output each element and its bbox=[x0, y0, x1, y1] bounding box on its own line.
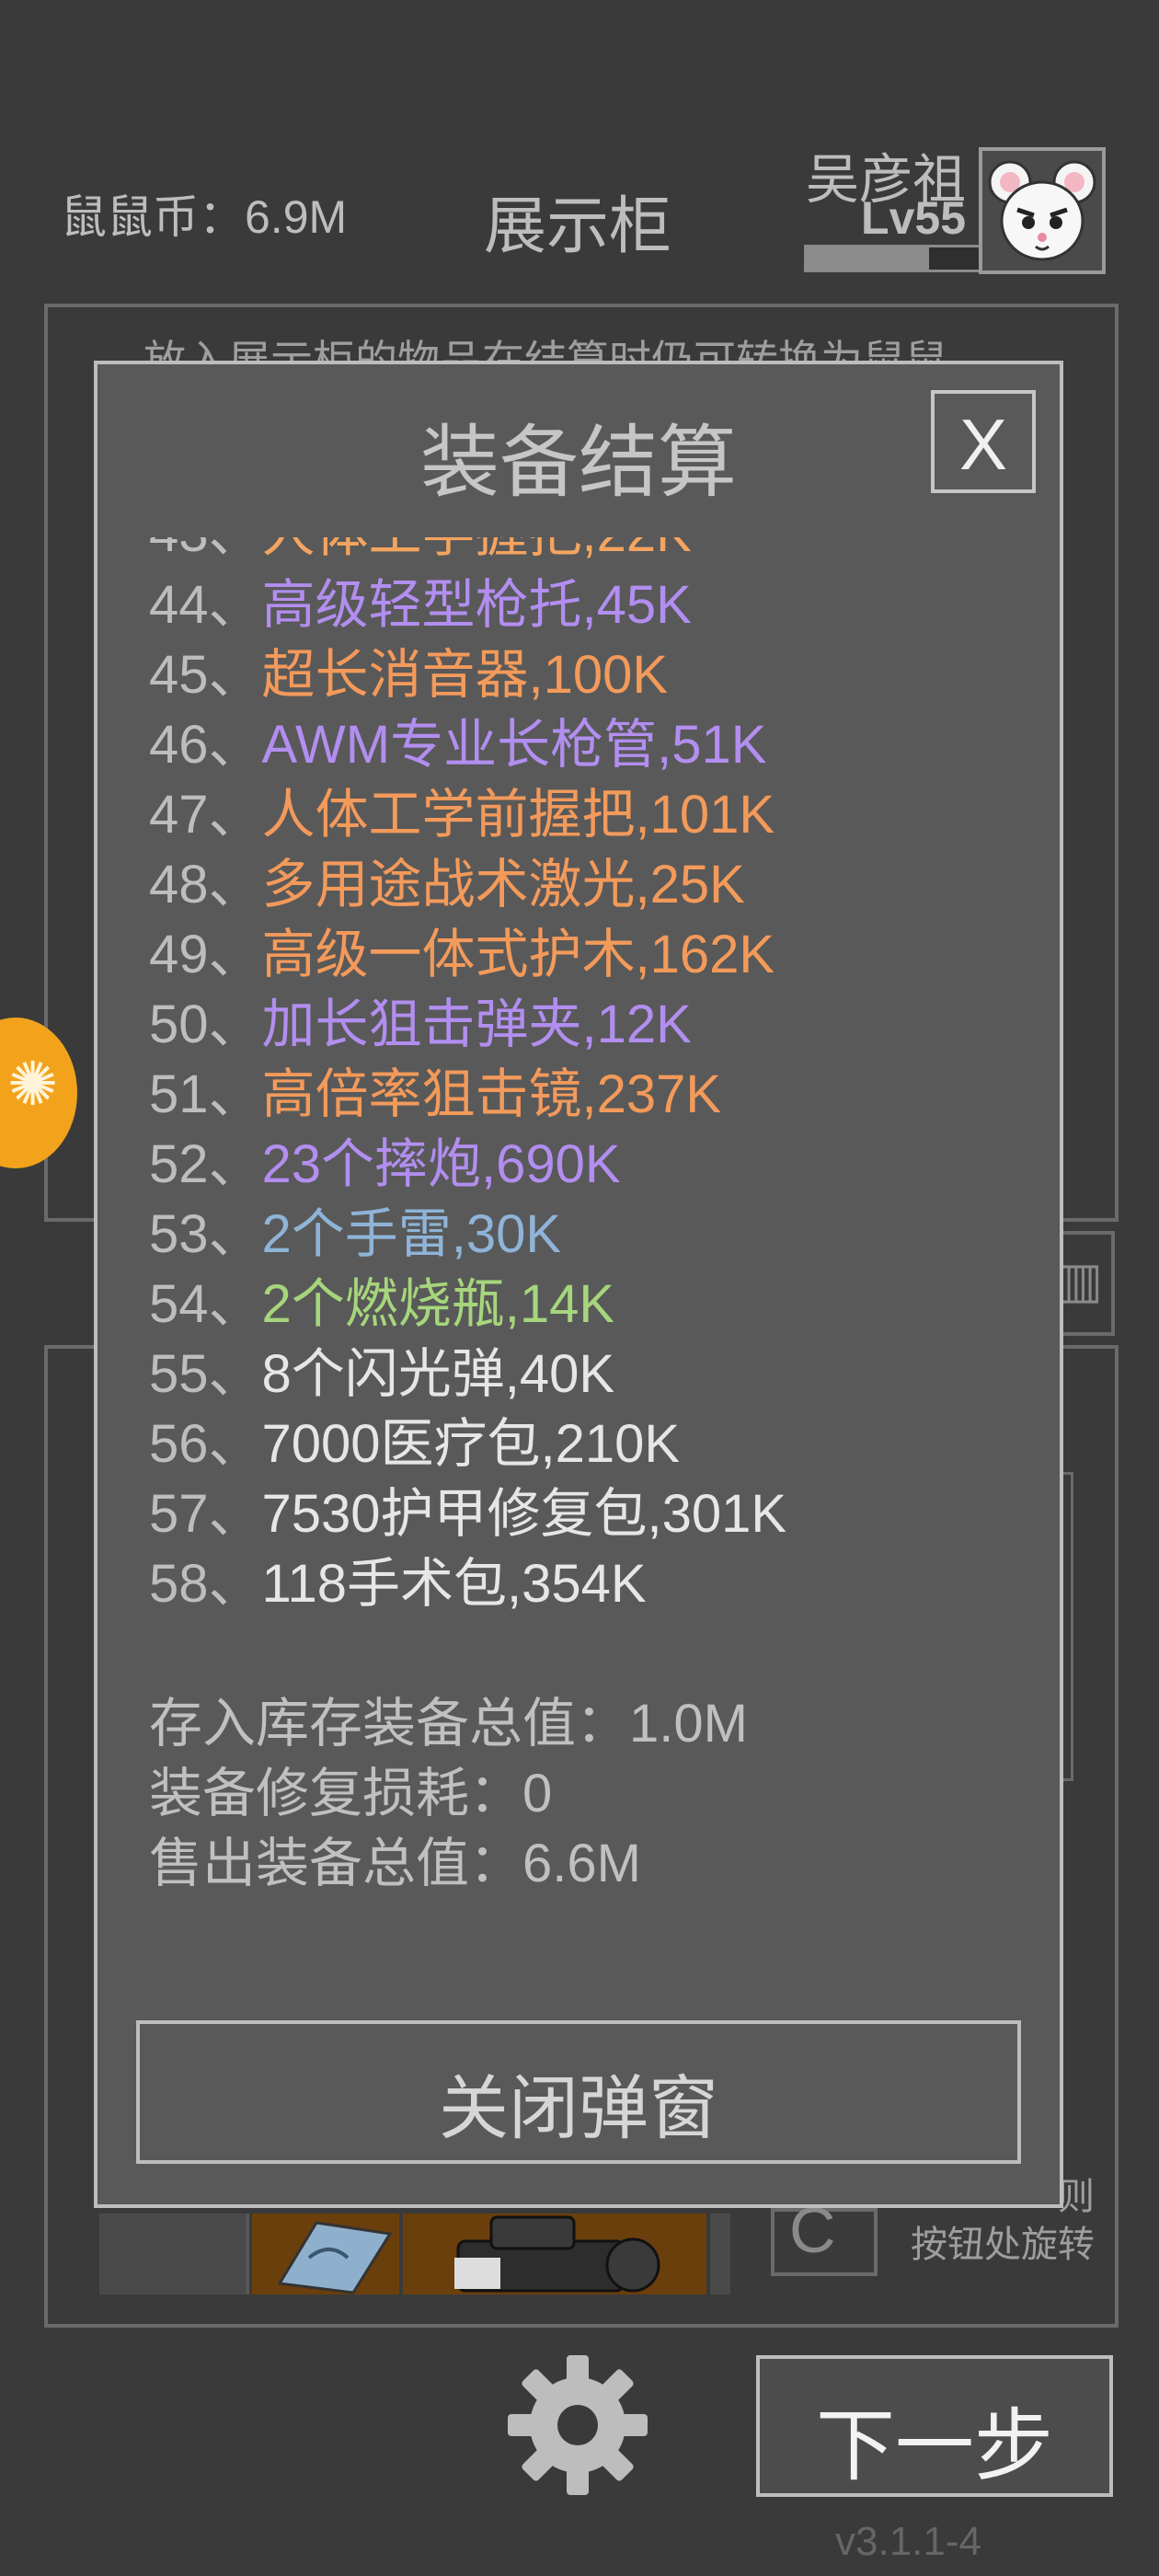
settlement-list-item: 58、118手术包,354K bbox=[149, 1549, 1032, 1619]
xp-progress-bar bbox=[804, 245, 984, 272]
swirl-icon: ✺ bbox=[7, 1050, 59, 1118]
weapon-part-icon bbox=[454, 2215, 660, 2293]
settlement-list-item: 48、多用途战术激光,25K bbox=[149, 850, 1032, 920]
avatar[interactable] bbox=[979, 147, 1106, 274]
item-name-value: 7000医疗包,210K bbox=[261, 1414, 681, 1474]
settlement-list-item: 55、8个闪光弹,40K bbox=[149, 1340, 1032, 1409]
repair-cost-text: 装备修复损耗：0 bbox=[149, 1764, 553, 1823]
gear-icon bbox=[508, 2355, 648, 2495]
item-index: 56、 bbox=[149, 1414, 262, 1474]
mouse-avatar-icon bbox=[988, 160, 1096, 261]
item-name-value: 人体工学前握把,101K bbox=[261, 785, 775, 845]
close-button[interactable]: X bbox=[931, 390, 1036, 493]
item-name-value: 2个燃烧瓶,14K bbox=[261, 1274, 615, 1334]
item-name-value: 118手术包,354K bbox=[261, 1554, 647, 1614]
close-icon: X bbox=[958, 404, 1008, 485]
page-title: 展示柜 bbox=[484, 191, 672, 261]
inventory-slot[interactable] bbox=[710, 2214, 730, 2294]
item-name-value: 高级轻型枪托,45K bbox=[261, 575, 692, 635]
settings-button[interactable] bbox=[504, 2352, 651, 2499]
close-popup-button[interactable]: 关闭弹窗 bbox=[136, 2020, 1021, 2164]
item-index: 45、 bbox=[149, 645, 262, 705]
item-index: 49、 bbox=[149, 925, 262, 984]
inventory-item-strip bbox=[99, 2214, 730, 2294]
xp-progress-fill bbox=[807, 247, 929, 270]
item-index: 47、 bbox=[149, 785, 262, 845]
settlement-list-item: 57、7530护甲修复包,301K bbox=[149, 1479, 1032, 1549]
armor-plate-icon bbox=[277, 2221, 393, 2294]
close-popup-label: 关闭弹窗 bbox=[439, 2070, 718, 2148]
settlement-list-item: 46、AWM专业长枪管,51K bbox=[149, 710, 1032, 780]
next-step-button[interactable]: 下一步 bbox=[756, 2355, 1113, 2497]
item-index: 44、 bbox=[149, 575, 262, 635]
settlement-list-item: 47、人体工学前握把,101K bbox=[149, 780, 1032, 850]
item-index: 51、 bbox=[149, 1064, 262, 1124]
item-index: 55、 bbox=[149, 1344, 262, 1404]
inventory-slot[interactable] bbox=[99, 2214, 249, 2294]
sold-value-text: 售出装备总值：6.6M bbox=[149, 1834, 641, 1893]
item-index: 57、 bbox=[149, 1484, 262, 1544]
settlement-list-item: 45、超长消音器,100K bbox=[149, 640, 1032, 710]
settlement-list-item: 44、高级轻型枪托,45K bbox=[149, 570, 1032, 640]
item-name-value: 加长狙击弹夹,12K bbox=[261, 995, 692, 1054]
currency-display: 鼠鼠币：6.9M bbox=[61, 191, 348, 243]
item-index: 50、 bbox=[149, 995, 262, 1054]
settlement-item-list: 44、高级轻型枪托,45K 45、超长消音器,100K 46、AWM专业长枪管,51… bbox=[149, 570, 1032, 1619]
item-index: 53、 bbox=[149, 1204, 262, 1264]
stored-value-text: 存入库存装备总值：1.0M bbox=[149, 1694, 748, 1754]
item-name-value: 8个闪光弹,40K bbox=[261, 1344, 615, 1404]
modal-title: 装备结算 bbox=[420, 419, 737, 507]
settlement-list-item: 52、23个摔炮,690K bbox=[149, 1130, 1032, 1200]
player-level: Lv55 bbox=[861, 192, 966, 244]
settlement-list-item: 50、加长狙击弹夹,12K bbox=[149, 990, 1032, 1060]
settlement-list-item: 56、7000医疗包,210K bbox=[149, 1409, 1032, 1479]
version-label: v3.1.1-4 bbox=[835, 2519, 981, 2564]
item-name-value: 高倍率狙击镜,237K bbox=[261, 1064, 722, 1124]
item-name-value: 超长消音器,100K bbox=[261, 645, 669, 705]
item-index: 46、 bbox=[149, 715, 262, 775]
item-index: 54、 bbox=[149, 1274, 262, 1334]
settlement-list-item: 49、高级一体式护木,162K bbox=[149, 920, 1032, 990]
settlement-summary: 存入库存装备总值：1.0M 装备修复损耗：0 售出装备总值：6.6M bbox=[149, 1689, 748, 1899]
item-index: 58、 bbox=[149, 1554, 262, 1614]
inventory-item[interactable] bbox=[252, 2214, 399, 2294]
item-name-value: 2个手雷,30K bbox=[261, 1204, 562, 1264]
item-index: 48、 bbox=[149, 855, 262, 914]
settlement-list-item: 54、2个燃烧瓶,14K bbox=[149, 1270, 1032, 1340]
item-name-value: 23个摔炮,690K bbox=[261, 1134, 621, 1194]
item-name-value: AWM专业长枪管,51K bbox=[261, 715, 767, 775]
next-step-label: 下一步 bbox=[816, 2402, 1053, 2490]
item-index: 52、 bbox=[149, 1134, 262, 1194]
settlement-list-item: 53、2个手雷,30K bbox=[149, 1200, 1032, 1270]
item-name-value: 高级一体式护木,162K bbox=[261, 925, 775, 984]
partial-list-item: 43、人体工学握把,22K bbox=[149, 537, 1032, 570]
settlement-list-item: 51、高倍率狙击镜,237K bbox=[149, 1060, 1032, 1130]
item-name-value: 7530护甲修复包,301K bbox=[261, 1484, 787, 1544]
inventory-item[interactable] bbox=[403, 2214, 706, 2294]
item-name-value: 多用途战术激光,25K bbox=[261, 855, 745, 914]
